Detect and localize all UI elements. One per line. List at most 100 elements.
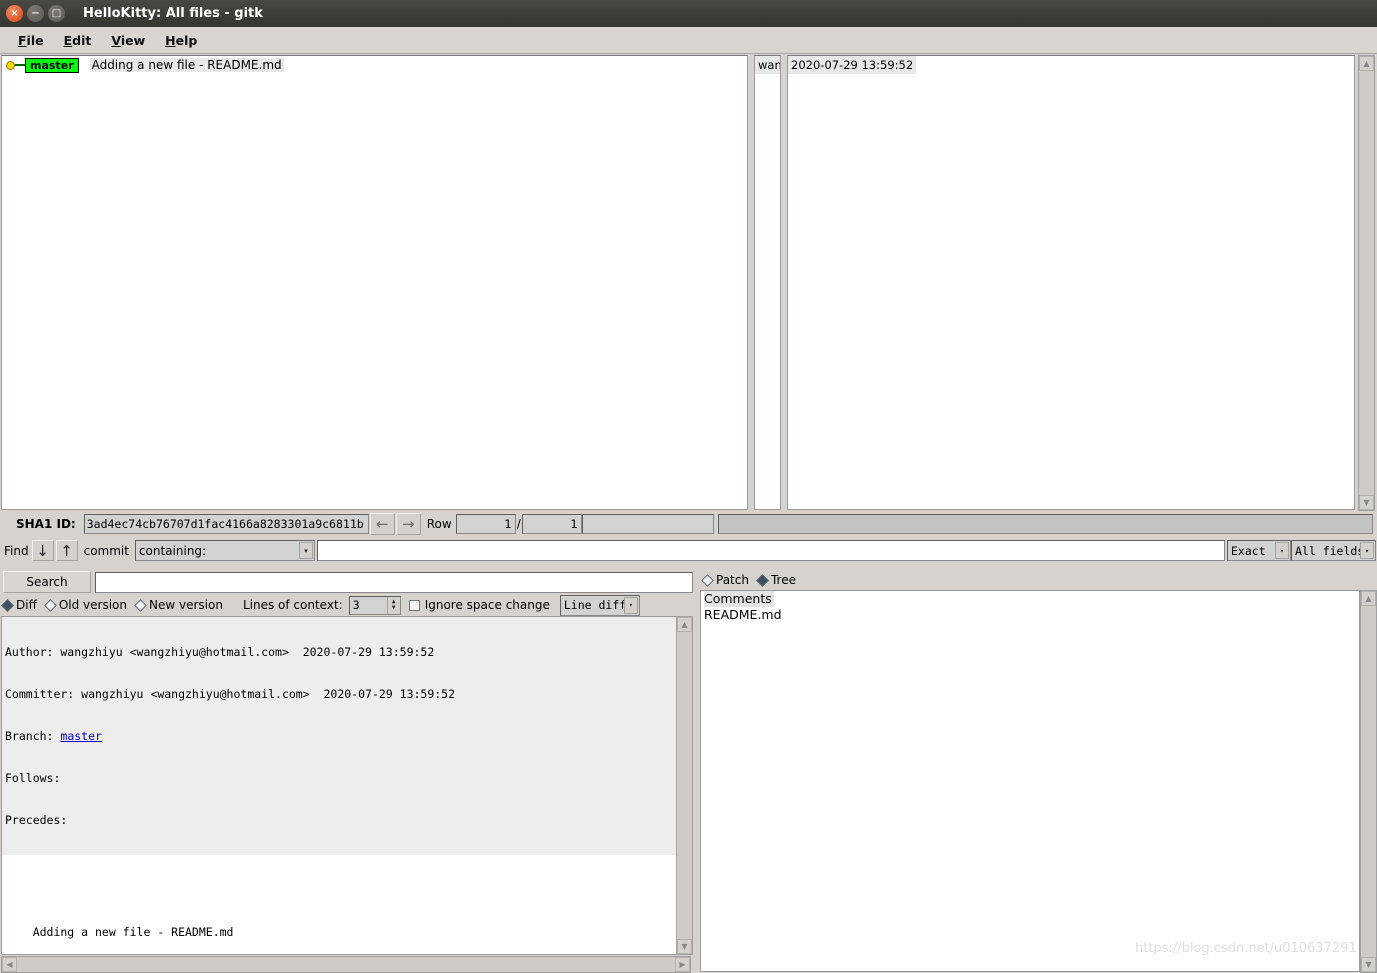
commit-message-text: Adding a new file - README.md bbox=[5, 925, 234, 939]
branch-link[interactable]: master bbox=[60, 729, 102, 743]
branch-line: Branch: master bbox=[5, 729, 684, 743]
radio-diff-icon[interactable] bbox=[1, 598, 14, 612]
find-next-button[interactable]: ↓ bbox=[31, 540, 54, 561]
radio-new-version-label: New version bbox=[149, 598, 223, 612]
find-mode-dropdown[interactable]: containing: ▾ bbox=[134, 540, 315, 561]
sha-row-filler bbox=[717, 514, 1373, 534]
next-commit-button[interactable]: → bbox=[395, 513, 421, 535]
commit-details-pane[interactable]: Author: wangzhiyu <wangzhiyu@hotmail.com… bbox=[1, 616, 685, 955]
menu-view[interactable]: View bbox=[101, 30, 155, 51]
list-item[interactable]: README.md bbox=[704, 607, 1359, 623]
commit-details-header: Author: wangzhiyu <wangzhiyu@hotmail.com… bbox=[2, 617, 684, 855]
sha1-row: SHA1 ID: 3ad4ec74cb76707d1fac4166a828330… bbox=[0, 512, 1377, 536]
find-commit-label: commit bbox=[83, 543, 129, 558]
find-match-dropdown[interactable]: Exact ▾ bbox=[1227, 540, 1291, 561]
context-value: 3 bbox=[352, 598, 360, 612]
find-label: Find bbox=[4, 543, 29, 558]
commit-node-icon bbox=[6, 60, 15, 70]
commit-date: 2020-07-29 13:59:52 bbox=[788, 56, 917, 74]
scroll-up-icon[interactable]: ▲ bbox=[677, 617, 692, 632]
prev-commit-button[interactable]: ← bbox=[369, 513, 395, 535]
scroll-up-icon[interactable]: ▲ bbox=[1361, 591, 1376, 606]
diff-horizontal-scrollbar[interactable]: ◀ ▶ bbox=[1, 956, 691, 973]
commit-graph-pane[interactable]: master Adding a new file - README.md bbox=[1, 55, 748, 510]
find-match-value: Exact bbox=[1231, 543, 1266, 558]
window-titlebar: × − □ HelloKitty: All files - gitk bbox=[0, 0, 1377, 27]
branch-label: Branch: bbox=[5, 729, 61, 743]
radio-tree-icon[interactable] bbox=[756, 573, 769, 587]
menu-bar: File Edit View Help bbox=[0, 27, 1377, 54]
scroll-down-icon[interactable]: ▼ bbox=[677, 939, 692, 954]
radio-old-version[interactable]: Old version bbox=[43, 598, 127, 612]
diff-vertical-scrollbar[interactable]: ▲ ▼ bbox=[676, 616, 693, 955]
chevron-down-icon[interactable]: ▾ bbox=[1360, 542, 1374, 559]
scroll-up-icon[interactable]: ▲ bbox=[1359, 56, 1374, 71]
radio-tree[interactable]: Tree bbox=[755, 573, 796, 587]
ref-tag-master[interactable]: master bbox=[25, 57, 79, 73]
context-label: Lines of context: bbox=[242, 598, 343, 612]
chevron-down-icon[interactable]: ▾ bbox=[298, 542, 313, 559]
diff-mode-dropdown[interactable]: Line diff ▾ bbox=[559, 594, 640, 616]
row-current-input[interactable]: 1 bbox=[455, 514, 516, 534]
sha1-input[interactable]: 3ad4ec74cb76707d1fac4166a8283301a9c6811b bbox=[83, 514, 369, 534]
radio-patch-icon[interactable] bbox=[701, 573, 714, 587]
scroll-down-icon[interactable]: ▼ bbox=[1361, 957, 1376, 972]
radio-tree-label: Tree bbox=[770, 573, 796, 587]
menu-help[interactable]: Help bbox=[155, 30, 207, 51]
chevron-down-icon[interactable]: ▾ bbox=[623, 596, 638, 614]
radio-diff-label: Diff bbox=[16, 598, 37, 612]
chevron-down-icon[interactable]: ▾ bbox=[1275, 542, 1289, 559]
find-row: Find ↓ ↑ commit containing: ▾ Exact ▾ Al… bbox=[0, 539, 1377, 562]
commit-author: wan bbox=[755, 56, 780, 74]
find-scope-value: All fields bbox=[1295, 543, 1365, 558]
file-list-pane[interactable]: Comments README.md bbox=[700, 590, 1360, 972]
radio-old-version-icon[interactable] bbox=[43, 598, 57, 612]
diff-options-row: Diff Old version New version Lines of co… bbox=[0, 594, 695, 616]
scroll-left-icon[interactable]: ◀ bbox=[2, 957, 17, 972]
diff-mode-value: Line diff bbox=[563, 598, 627, 612]
radio-patch-label: Patch bbox=[716, 573, 749, 587]
commit-graph-vertical-scrollbar[interactable]: ▲ ▼ bbox=[1358, 55, 1375, 511]
radio-new-version[interactable]: New version bbox=[133, 598, 223, 612]
precedes-line: Precedes: bbox=[5, 813, 68, 827]
ignore-space-checkbox[interactable] bbox=[408, 599, 420, 611]
commit-date-pane[interactable]: 2020-07-29 13:59:52 bbox=[787, 55, 1355, 510]
stepper-arrows-icon[interactable]: ▲ ▼ bbox=[386, 596, 400, 614]
radio-old-version-label: Old version bbox=[58, 598, 128, 612]
search-input[interactable] bbox=[95, 571, 693, 593]
menu-view-label: iew bbox=[120, 32, 146, 48]
minimize-window-button[interactable]: − bbox=[27, 5, 44, 22]
scroll-down-icon[interactable]: ▼ bbox=[1359, 495, 1374, 510]
table-row[interactable]: master Adding a new file - README.md bbox=[2, 56, 747, 74]
find-scope-dropdown[interactable]: All fields ▾ bbox=[1291, 540, 1376, 561]
radio-patch[interactable]: Patch bbox=[700, 573, 749, 587]
row-extra-field[interactable] bbox=[581, 514, 714, 534]
radio-new-version-icon[interactable] bbox=[134, 598, 147, 612]
scroll-right-icon[interactable]: ▶ bbox=[675, 957, 690, 972]
commit-graph-area: master Adding a new file - README.md wan… bbox=[0, 55, 1377, 510]
commit-author-pane[interactable]: wan bbox=[754, 55, 781, 510]
row-total-display: 1 bbox=[521, 514, 582, 534]
maximize-window-button[interactable]: □ bbox=[48, 5, 65, 22]
author-line: Author: wangzhiyu <wangzhiyu@hotmail.com… bbox=[5, 645, 435, 659]
close-window-button[interactable]: × bbox=[6, 5, 23, 22]
list-item[interactable]: Comments bbox=[704, 591, 774, 607]
search-button[interactable]: Search bbox=[3, 571, 91, 593]
commit-subject: Adding a new file - README.md bbox=[89, 58, 284, 72]
context-stepper[interactable]: 3 ▲ ▼ bbox=[348, 595, 401, 615]
patch-tree-row: Patch Tree bbox=[700, 570, 1000, 590]
radio-diff[interactable]: Diff bbox=[0, 598, 37, 612]
scroll-track[interactable] bbox=[677, 632, 692, 939]
file-list-vertical-scrollbar[interactable]: ▲ ▼ bbox=[1360, 590, 1377, 973]
commit-message: Adding a new file - README.md bbox=[2, 855, 684, 954]
close-icon: × bbox=[10, 7, 19, 19]
menu-edit[interactable]: Edit bbox=[54, 30, 102, 51]
window-title: HelloKitty: All files - gitk bbox=[83, 6, 263, 21]
row-separator: / bbox=[516, 517, 521, 531]
scroll-track[interactable] bbox=[1359, 71, 1374, 495]
graph-line-icon bbox=[15, 64, 25, 66]
find-prev-button[interactable]: ↑ bbox=[55, 540, 78, 561]
menu-file[interactable]: File bbox=[8, 30, 54, 51]
find-input[interactable] bbox=[316, 540, 1225, 561]
scroll-track[interactable] bbox=[1361, 606, 1376, 957]
